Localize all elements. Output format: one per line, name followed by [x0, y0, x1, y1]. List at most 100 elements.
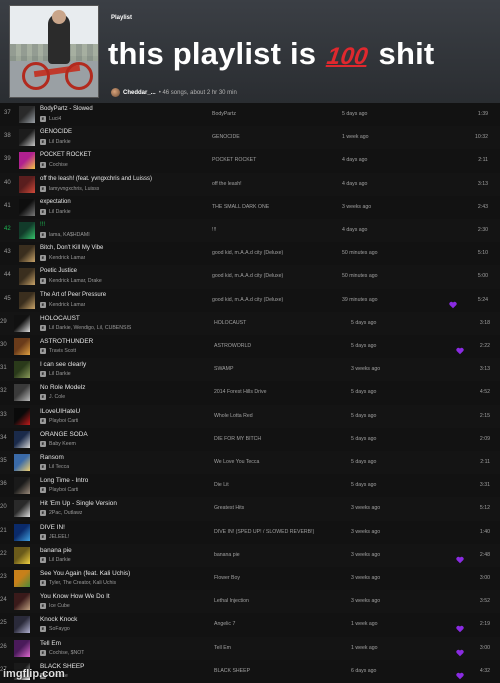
album-art-thumbnail[interactable] [19, 175, 35, 193]
album-art-thumbnail[interactable] [14, 430, 30, 448]
album-art-thumbnail[interactable] [14, 407, 30, 425]
track-row[interactable]: 25 Knock Knock E SoFaygo Angelic 7 1 week ago… [0, 613, 500, 636]
track-artist-link[interactable]: Travis Scott [49, 348, 76, 354]
track-album-link[interactable]: GENOCIDE [212, 134, 344, 140]
track-title-link[interactable]: DIVE IN! [40, 523, 205, 532]
track-row[interactable]: 32 No Role Modelz E J. Cole 2014 Forest Hill… [0, 381, 500, 404]
album-art-thumbnail[interactable] [14, 454, 30, 471]
track-artist-link[interactable]: Ice Cube [49, 603, 70, 609]
track-row[interactable]: 22 banana pie E Lil Darkie banana pie 3 weeks… [0, 543, 500, 567]
track-row[interactable]: 45 The Art of Peer Pressure E Kendrick Lama… [0, 289, 500, 312]
track-album-link[interactable]: Die Lit [214, 482, 346, 488]
track-artist-link[interactable]: Lil Darkie [49, 557, 71, 563]
track-artist-link[interactable]: Lil Darkie [49, 209, 71, 215]
track-row[interactable]: 34 ORANGE SODA E Baby Keem DIE FOR MY BITCH 5… [0, 428, 500, 451]
track-artist-link[interactable]: JELEEL! [49, 534, 69, 540]
track-artist-link[interactable]: Kendrick Lamar [49, 255, 85, 261]
album-art-thumbnail[interactable] [14, 338, 30, 355]
track-artist-link[interactable]: lamyvngxchris, Luisss [49, 186, 99, 192]
owner-name-link[interactable]: Cheddar_... [123, 90, 156, 96]
album-art-thumbnail[interactable] [19, 222, 35, 239]
track-album-link[interactable]: THE SMALL DARK ONE [212, 204, 344, 210]
track-row[interactable]: 23 See You Again (feat. Kali Uchis) E Tyler… [0, 567, 500, 590]
track-artist-link[interactable]: Playboi Carti [49, 418, 78, 424]
track-album-link[interactable]: off the leash! [212, 181, 344, 187]
track-title-link[interactable]: The Art of Peer Pressure [40, 291, 205, 300]
track-album-link[interactable]: Greatest Hits [214, 505, 346, 511]
track-row[interactable]: 26 Tell Em E Cochise, $NOT Tell Em 1 week ago… [0, 636, 500, 660]
track-album-link[interactable]: HOLOCAUST [214, 320, 346, 326]
track-row[interactable]: 20 Hit 'Em Up - Single Version E 2Pac, Outl… [0, 497, 500, 521]
track-row[interactable]: 37 BodyPartz - Slowed E Luci4 BodyPartz 5 day… [0, 103, 500, 126]
track-row[interactable]: 40 off the leash! (feat. yvngxchris and L… [0, 172, 500, 196]
track-artist-link[interactable]: 2Pac, Outlawz [49, 510, 82, 516]
track-title-link[interactable]: No Role Modelz [40, 383, 205, 392]
track-title-link[interactable]: Ransom [40, 453, 205, 462]
track-row[interactable]: 36 Long Time - Intro E Playboi Carti Die Lit… [0, 474, 500, 497]
track-album-link[interactable]: 2014 Forest Hills Drive [214, 389, 346, 395]
track-album-link[interactable]: Tell Em [214, 645, 346, 651]
track-title-link[interactable]: HOLOCAUST [40, 314, 205, 323]
track-row[interactable]: 41 expectation E Lil Darkie THE SMALL DARK O… [0, 196, 500, 219]
track-row[interactable]: 38 GENOCIDE E Lil Darkie GENOCIDE 1 week ago 1… [0, 126, 500, 150]
track-artist-link[interactable]: SoFaygo [49, 626, 70, 632]
track-title-link[interactable]: off the leash! (feat. yvngxchris and Lui… [40, 175, 205, 184]
track-row[interactable]: 31 I can see clearly E Lil Darkie SWAMP 3 wee… [0, 358, 500, 382]
track-title-link[interactable]: Tell Em [40, 639, 205, 648]
track-artist-link[interactable]: Tyler, The Creator, Kali Uchis [49, 580, 116, 586]
track-row[interactable]: 24 You Know How We Do It E Ice Cube Lethal I… [0, 590, 500, 614]
album-art-thumbnail[interactable] [19, 198, 35, 216]
track-artist-link[interactable]: Lil Tecca [49, 464, 69, 470]
album-art-thumbnail[interactable] [19, 106, 35, 123]
track-row[interactable]: 44 Poetic Justice E Kendrick Lamar, Drake go… [0, 265, 500, 289]
track-title-link[interactable]: I can see clearly [40, 360, 205, 369]
track-artist-link[interactable]: lama, KA$HDAMI [49, 232, 90, 238]
track-row[interactable]: 21 DIVE IN! E JELEEL! DIVE IN! (SPED UP! / S… [0, 521, 500, 544]
album-art-thumbnail[interactable] [14, 570, 30, 587]
track-artist-link[interactable]: Cochise [49, 162, 68, 168]
album-art-thumbnail[interactable] [14, 384, 30, 402]
track-artist-link[interactable]: Playboi Carti [49, 487, 78, 493]
track-title-link[interactable]: Knock Knock [40, 615, 205, 624]
track-title-link[interactable]: ASTROTHUNDER [40, 337, 205, 346]
album-art-thumbnail[interactable] [14, 523, 30, 541]
album-art-thumbnail[interactable] [14, 639, 30, 657]
track-title-link[interactable]: expectation [40, 198, 205, 207]
track-title-link[interactable]: !!! [40, 221, 205, 230]
album-art-thumbnail[interactable] [14, 477, 30, 495]
track-album-link[interactable]: !!! [212, 227, 344, 233]
track-album-link[interactable]: good kid, m.A.A.d city (Deluxe) [212, 297, 344, 303]
track-album-link[interactable]: Angelic 7 [214, 621, 346, 627]
track-artist-link[interactable]: Lil Darkie [49, 139, 71, 145]
track-artist-link[interactable]: Lil Darkie, Wendigo, Lil, CUBENSIS [49, 325, 131, 331]
album-art-thumbnail[interactable] [14, 314, 30, 332]
track-title-link[interactable]: GENOCIDE [40, 128, 205, 137]
track-album-link[interactable]: ASTROWORLD [214, 343, 346, 349]
track-title-link[interactable]: ORANGE SODA [40, 430, 205, 439]
track-album-link[interactable]: POCKET ROCKET [212, 157, 344, 163]
track-title-link[interactable]: BodyPartz - Slowed [40, 105, 205, 114]
track-album-link[interactable]: good kid, m.A.A.d city (Deluxe) [212, 273, 344, 279]
track-album-link[interactable]: Lethal Injection [214, 598, 346, 604]
track-artist-link[interactable]: J. Cole [49, 394, 65, 400]
track-album-link[interactable]: banana pie [214, 552, 346, 558]
track-artist-link[interactable]: Luci4 [49, 116, 61, 122]
owner-avatar[interactable] [111, 88, 120, 97]
track-title-link[interactable]: Long Time - Intro [40, 476, 205, 485]
track-album-link[interactable]: Whole Lotta Red [214, 413, 346, 419]
track-title-link[interactable]: Bitch, Don't Kill My Vibe [40, 244, 205, 253]
album-art-thumbnail[interactable] [19, 291, 35, 309]
track-row[interactable]: 43 Bitch, Don't Kill My Vibe E Kendrick Lam… [0, 242, 500, 265]
track-artist-link[interactable]: Cochise, $NOT [49, 650, 84, 656]
track-album-link[interactable]: DIVE IN! (SPED UP! / SLOWED REVERB!) [214, 529, 346, 535]
album-art-thumbnail[interactable] [14, 546, 30, 564]
track-album-link[interactable]: good kid, m.A.A.d city (Deluxe) [212, 250, 344, 256]
track-title-link[interactable]: Poetic Justice [40, 267, 205, 276]
track-title-link[interactable]: banana pie [40, 546, 205, 555]
track-artist-link[interactable]: Baby Keem [49, 441, 76, 447]
album-art-thumbnail[interactable] [14, 361, 30, 379]
track-artist-link[interactable]: Kendrick Lamar [49, 302, 85, 308]
track-album-link[interactable]: SWAMP [214, 366, 346, 372]
track-album-link[interactable]: DIE FOR MY BITCH [214, 436, 346, 442]
track-row[interactable]: 30 ASTROTHUNDER E Travis Scott ASTROWORLD 5 d… [0, 335, 500, 358]
